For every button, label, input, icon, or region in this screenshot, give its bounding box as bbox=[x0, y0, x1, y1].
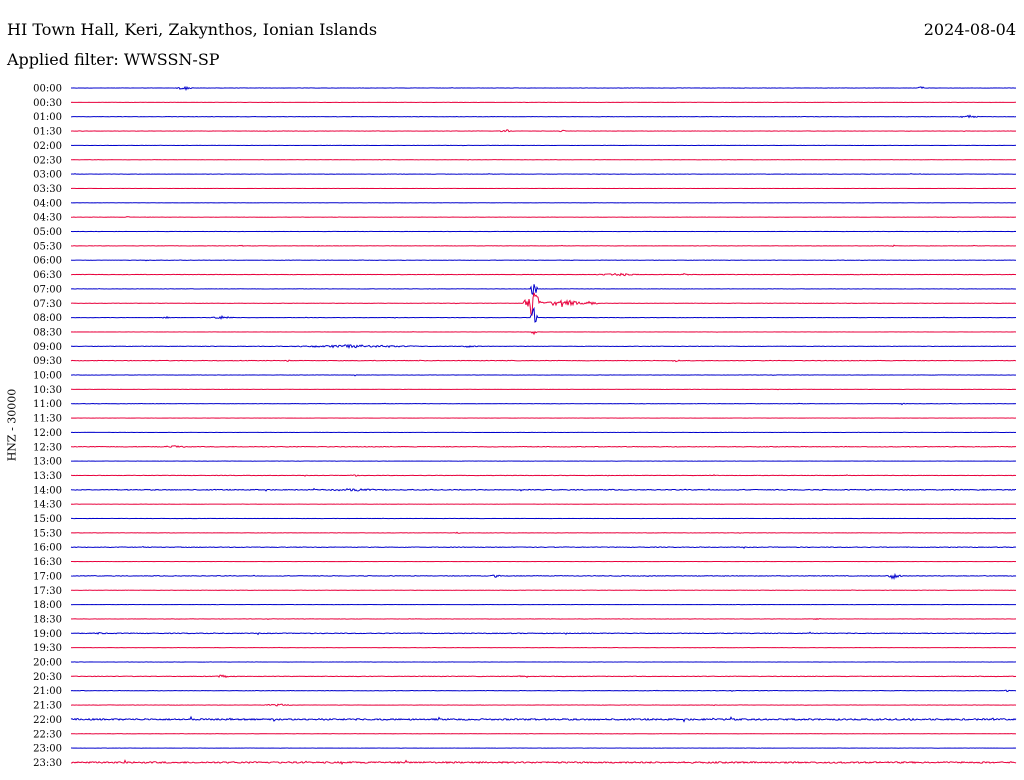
time-tick-label: 10:30 bbox=[33, 385, 62, 396]
time-tick-label: 11:00 bbox=[33, 399, 62, 410]
time-tick-label: 08:00 bbox=[33, 313, 62, 324]
trace-line bbox=[70, 173, 1017, 175]
time-tick-label: 01:00 bbox=[33, 112, 62, 123]
time-tick-label: 11:30 bbox=[33, 414, 62, 425]
trace-line bbox=[70, 374, 1017, 377]
trace-line bbox=[71, 703, 1017, 707]
time-tick-label: 03:30 bbox=[33, 184, 62, 195]
time-tick-label: 12:30 bbox=[33, 442, 62, 453]
trace-line bbox=[70, 216, 1017, 218]
time-tick-label: 18:00 bbox=[33, 600, 62, 611]
trace-line bbox=[70, 129, 1017, 133]
time-tick-label: 22:30 bbox=[33, 729, 62, 740]
time-tick-label: 07:30 bbox=[33, 299, 62, 310]
time-tick-label: 17:30 bbox=[33, 586, 62, 597]
time-tick-label: 06:00 bbox=[33, 256, 62, 267]
trace-group bbox=[70, 85, 1017, 765]
time-tick-label: 10:00 bbox=[33, 371, 62, 382]
trace-line bbox=[70, 259, 1017, 262]
time-tick-label: 17:00 bbox=[33, 571, 62, 582]
trace-line bbox=[70, 445, 1017, 448]
time-tick-label: 13:30 bbox=[33, 471, 62, 482]
time-tick-label: 06:30 bbox=[33, 270, 62, 281]
time-tick-label: 03:00 bbox=[33, 170, 62, 181]
time-tick-label: 09:30 bbox=[33, 356, 62, 367]
time-tick-label: 09:00 bbox=[33, 342, 62, 353]
time-tick-label: 20:30 bbox=[33, 672, 62, 683]
trace-line bbox=[70, 715, 1017, 723]
trace-line bbox=[70, 272, 1017, 277]
trace-line bbox=[70, 359, 1017, 363]
time-tick-label: 04:00 bbox=[33, 198, 62, 209]
time-tick-label: 16:30 bbox=[33, 557, 62, 568]
trace-line bbox=[70, 244, 1017, 248]
time-tick-label: 19:00 bbox=[33, 629, 62, 640]
trace-line bbox=[70, 114, 1017, 119]
trace-line bbox=[70, 545, 1017, 549]
time-tick-label: 02:00 bbox=[33, 141, 62, 152]
trace-line bbox=[70, 617, 1017, 621]
time-tick-label: 02:30 bbox=[33, 155, 62, 166]
time-tick-label: 23:30 bbox=[33, 758, 62, 769]
trace-line bbox=[70, 292, 1017, 316]
trace-line bbox=[70, 85, 1017, 91]
trace-line bbox=[70, 689, 1017, 693]
time-tick-label: 20:00 bbox=[33, 658, 62, 669]
time-label-group: 00:00 00:30 01:00 01:30 02:00 02:30 03:00 03:30… bbox=[33, 84, 62, 769]
time-tick-label: 15:00 bbox=[33, 514, 62, 525]
time-tick-label: 21:00 bbox=[33, 686, 62, 697]
time-tick-label: 15:30 bbox=[33, 528, 62, 539]
trace-line bbox=[70, 487, 1017, 492]
time-tick-label: 14:00 bbox=[33, 485, 62, 496]
time-tick-label: 07:00 bbox=[33, 284, 62, 295]
trace-line bbox=[71, 631, 1017, 636]
time-tick-label: 05:00 bbox=[33, 227, 62, 238]
time-tick-label: 13:00 bbox=[33, 457, 62, 468]
time-tick-label: 00:00 bbox=[33, 84, 62, 95]
time-tick-label: 16:00 bbox=[33, 543, 62, 554]
trace-line bbox=[70, 284, 1017, 296]
time-tick-label: 01:30 bbox=[33, 127, 62, 138]
trace-line bbox=[70, 759, 1017, 765]
trace-line bbox=[70, 402, 1017, 406]
trace-line bbox=[70, 474, 1017, 477]
time-tick-label: 14:30 bbox=[33, 500, 62, 511]
trace-line bbox=[70, 674, 1017, 679]
time-tick-label: 04:30 bbox=[33, 213, 62, 224]
time-tick-label: 00:30 bbox=[33, 98, 62, 109]
time-tick-label: 18:30 bbox=[33, 614, 62, 625]
helicorder-plot: 00:00 00:30 01:00 01:30 02:00 02:30 03:00 03:30… bbox=[33, 84, 1017, 769]
time-tick-label: 05:30 bbox=[33, 241, 62, 252]
trace-line bbox=[70, 531, 1017, 534]
trace-line bbox=[70, 343, 1017, 349]
time-tick-label: 23:00 bbox=[33, 744, 62, 755]
trace-line bbox=[70, 306, 1017, 323]
time-tick-label: 08:30 bbox=[33, 327, 62, 338]
time-tick-label: 12:00 bbox=[33, 428, 62, 439]
time-tick-label: 21:30 bbox=[33, 701, 62, 712]
time-tick-label: 22:00 bbox=[33, 715, 62, 726]
trace-line bbox=[70, 330, 1017, 336]
trace-line bbox=[70, 572, 1017, 580]
time-tick-label: 19:30 bbox=[33, 643, 62, 654]
